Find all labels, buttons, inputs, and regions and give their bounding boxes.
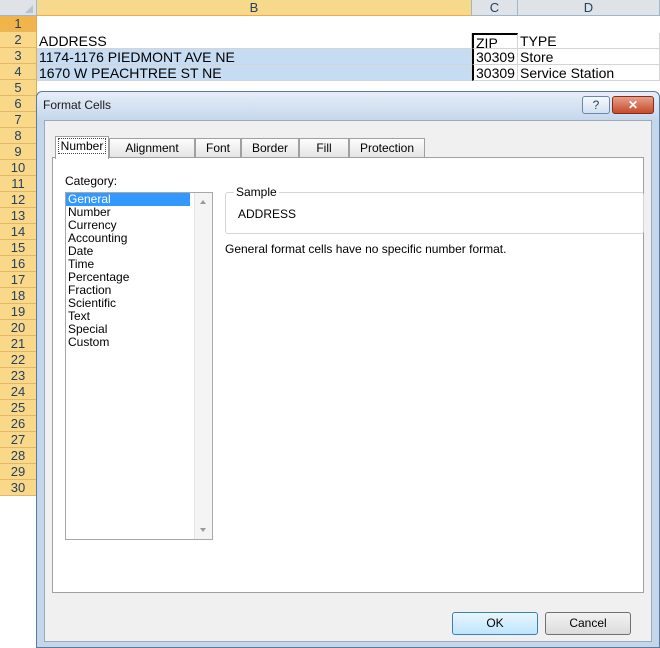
sample-group: Sample ADDRESS <box>225 185 644 234</box>
help-button[interactable]: ? <box>582 96 610 114</box>
row-header-19[interactable]: 19 <box>0 304 37 320</box>
dialog-body: Number Alignment Font Border Fill Protec… <box>44 120 652 642</box>
row-header-4[interactable]: 4 <box>0 64 37 80</box>
row-header-23[interactable]: 23 <box>0 368 37 384</box>
row-header-12[interactable]: 12 <box>0 192 37 208</box>
row-header-14[interactable]: 14 <box>0 224 37 240</box>
select-all-corner[interactable] <box>0 0 37 16</box>
number-tab-panel: Category: General Number Currency Accountin… <box>52 157 644 593</box>
tab-protection[interactable]: Protection <box>349 138 425 158</box>
format-description: General format cells have no specific nu… <box>225 242 507 256</box>
row-header-26[interactable]: 26 <box>0 416 37 432</box>
row-header-24[interactable]: 24 <box>0 384 37 400</box>
row-header-27[interactable]: 27 <box>0 432 37 448</box>
row-header-29[interactable]: 29 <box>0 464 37 480</box>
row-header-22[interactable]: 22 <box>0 352 37 368</box>
row-header-20[interactable]: 20 <box>0 320 37 336</box>
cell-c1[interactable]: ZIP <box>472 33 518 49</box>
row-header-11[interactable]: 11 <box>0 176 37 192</box>
dialog-titlebar[interactable]: Format Cells ? ✕ <box>37 92 659 120</box>
row-header-15[interactable]: 15 <box>0 240 37 256</box>
cancel-button[interactable]: Cancel <box>545 612 631 635</box>
row-header-6[interactable]: 6 <box>0 96 37 112</box>
category-list[interactable]: General Number Currency Accounting Date Time P… <box>65 192 213 540</box>
scroll-down-icon[interactable] <box>200 528 206 532</box>
scroll-up-icon[interactable] <box>200 200 206 204</box>
tab-fill[interactable]: Fill <box>299 138 349 158</box>
category-items: General Number Currency Accounting Date Time P… <box>66 193 212 349</box>
cell-c2[interactable]: 30309 <box>472 49 518 65</box>
cell-d1[interactable]: TYPE <box>518 33 660 49</box>
cell-b3[interactable]: 1670 W PEACHTREE ST NE <box>37 65 472 81</box>
tab-number[interactable]: Number <box>55 136 109 159</box>
row-header-16[interactable]: 16 <box>0 256 37 272</box>
row-header-8[interactable]: 8 <box>0 128 37 144</box>
row-header-1[interactable]: 1 <box>0 16 37 32</box>
row-header-17[interactable]: 17 <box>0 272 37 288</box>
cell-b1[interactable]: ADDRESS <box>37 33 472 49</box>
tab-alignment[interactable]: Alignment <box>109 138 195 158</box>
row-header-13[interactable]: 13 <box>0 208 37 224</box>
dialog-title: Format Cells <box>43 98 112 112</box>
row-header-21[interactable]: 21 <box>0 336 37 352</box>
category-scrollbar[interactable] <box>194 193 212 539</box>
sample-label: Sample <box>234 185 279 199</box>
tab-border[interactable]: Border <box>241 138 299 158</box>
row-header-30[interactable]: 30 <box>0 480 37 496</box>
tab-font[interactable]: Font <box>195 138 241 158</box>
cell-c3[interactable]: 30309 <box>472 65 518 81</box>
category-item-custom[interactable]: Custom <box>66 336 190 349</box>
row-header-2[interactable]: 2 <box>0 32 37 48</box>
row-header-5[interactable]: 5 <box>0 80 37 96</box>
row-header-10[interactable]: 10 <box>0 160 37 176</box>
row-header-3[interactable]: 3 <box>0 48 37 64</box>
row-header-9[interactable]: 9 <box>0 144 37 160</box>
cell-b2[interactable]: 1174-1176 PIEDMONT AVE NE <box>37 49 472 65</box>
ok-button[interactable]: OK <box>452 612 538 635</box>
row-header-18[interactable]: 18 <box>0 288 37 304</box>
row-header-25[interactable]: 25 <box>0 400 37 416</box>
column-header-d[interactable]: D <box>518 0 660 16</box>
category-label: Category: <box>65 174 118 188</box>
sample-value: ADDRESS <box>238 207 297 221</box>
cell-d2[interactable]: Store <box>518 49 660 65</box>
close-button[interactable]: ✕ <box>612 96 654 114</box>
format-cells-dialog: Format Cells ? ✕ Number Alignment Font B… <box>36 91 660 648</box>
column-header-c[interactable]: C <box>472 0 518 16</box>
cell-d3[interactable]: Service Station <box>518 65 660 81</box>
row-header-28[interactable]: 28 <box>0 448 37 464</box>
row-header-7[interactable]: 7 <box>0 112 37 128</box>
column-header-b[interactable]: B <box>37 0 472 16</box>
